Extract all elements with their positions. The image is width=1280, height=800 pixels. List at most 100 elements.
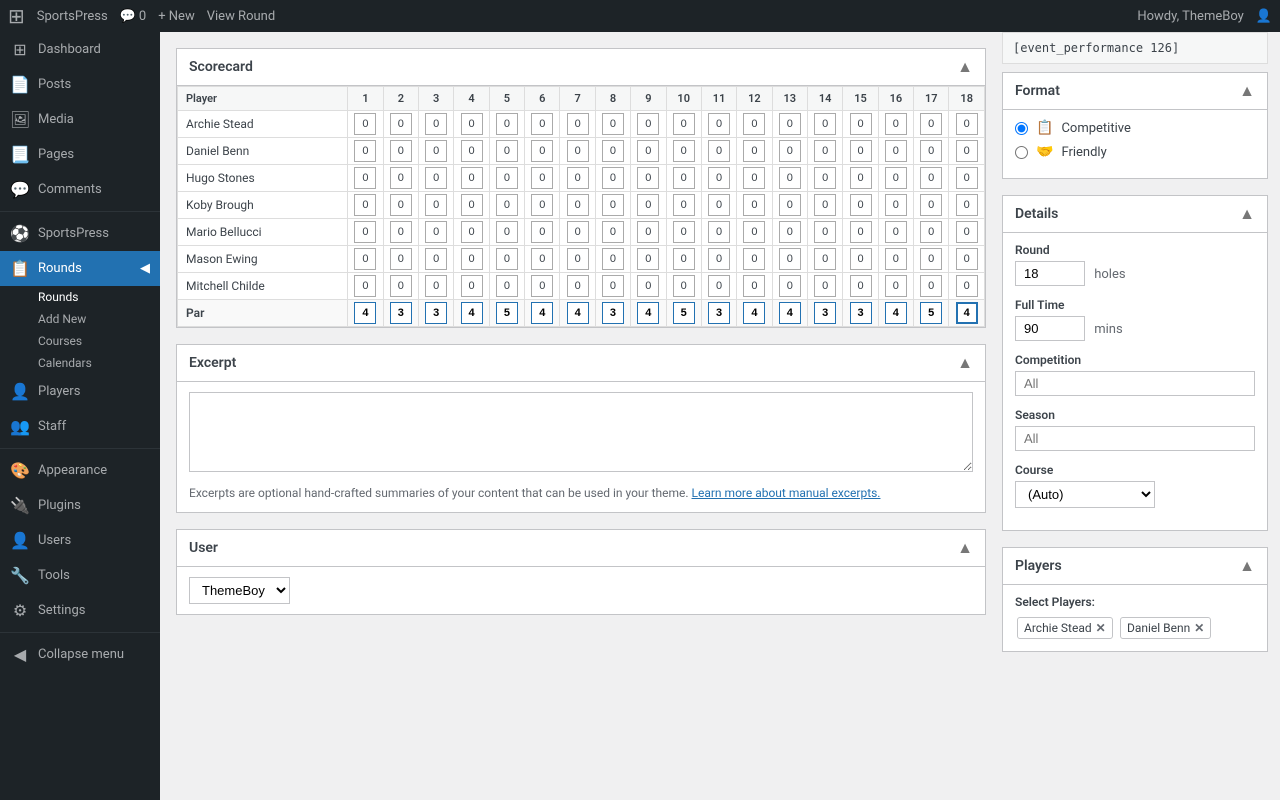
score-input[interactable]	[850, 248, 872, 270]
score-input[interactable]	[814, 275, 836, 297]
sidebar-item-appearance[interactable]: 🎨 Appearance	[0, 453, 160, 488]
sidebar-item-dashboard[interactable]: ⊞ Dashboard	[0, 32, 160, 67]
score-input[interactable]	[496, 167, 518, 189]
score-input[interactable]	[496, 221, 518, 243]
score-input[interactable]	[390, 113, 412, 135]
new-button[interactable]: + New	[158, 9, 195, 24]
par-input[interactable]	[708, 302, 730, 324]
score-input[interactable]	[920, 194, 942, 216]
score-input[interactable]	[425, 140, 447, 162]
fulltime-input[interactable]	[1015, 316, 1085, 341]
sidebar-sub-calendars[interactable]: Calendars	[0, 352, 160, 374]
score-input[interactable]	[390, 248, 412, 270]
score-input[interactable]	[637, 167, 659, 189]
score-input[interactable]	[354, 248, 376, 270]
par-input[interactable]	[531, 302, 553, 324]
score-input[interactable]	[531, 140, 553, 162]
comments-bubble[interactable]: 💬 0	[120, 9, 147, 24]
score-input[interactable]	[461, 248, 483, 270]
score-input[interactable]	[567, 248, 589, 270]
score-input[interactable]	[779, 248, 801, 270]
score-input[interactable]	[956, 275, 978, 297]
score-input[interactable]	[885, 248, 907, 270]
score-input[interactable]	[920, 113, 942, 135]
score-input[interactable]	[673, 248, 695, 270]
score-input[interactable]	[637, 275, 659, 297]
sidebar-item-collapse[interactable]: ◀ Collapse menu	[0, 637, 160, 672]
score-input[interactable]	[814, 194, 836, 216]
format-header[interactable]: Format ▲	[1003, 73, 1267, 110]
score-input[interactable]	[673, 167, 695, 189]
par-input[interactable]	[885, 302, 907, 324]
score-input[interactable]	[531, 194, 553, 216]
score-input[interactable]	[531, 275, 553, 297]
score-input[interactable]	[708, 194, 730, 216]
score-input[interactable]	[885, 113, 907, 135]
score-input[interactable]	[708, 275, 730, 297]
score-input[interactable]	[390, 194, 412, 216]
par-input[interactable]	[390, 302, 412, 324]
score-input[interactable]	[779, 221, 801, 243]
score-input[interactable]	[531, 167, 553, 189]
score-input[interactable]	[779, 194, 801, 216]
score-input[interactable]	[708, 221, 730, 243]
competition-input[interactable]	[1015, 371, 1255, 396]
par-input[interactable]	[743, 302, 765, 324]
score-input[interactable]	[390, 221, 412, 243]
score-input[interactable]	[885, 140, 907, 162]
par-input[interactable]	[425, 302, 447, 324]
score-input[interactable]	[567, 275, 589, 297]
score-input[interactable]	[956, 113, 978, 135]
score-input[interactable]	[637, 140, 659, 162]
score-input[interactable]	[673, 221, 695, 243]
sidebar-sub-courses[interactable]: Courses	[0, 330, 160, 352]
format-radio-friendly[interactable]	[1015, 146, 1028, 159]
site-name[interactable]: SportsPress	[37, 9, 108, 24]
score-input[interactable]	[531, 221, 553, 243]
score-input[interactable]	[390, 167, 412, 189]
score-input[interactable]	[567, 140, 589, 162]
score-input[interactable]	[956, 248, 978, 270]
score-input[interactable]	[461, 140, 483, 162]
score-input[interactable]	[602, 194, 624, 216]
score-input[interactable]	[425, 248, 447, 270]
score-input[interactable]	[850, 140, 872, 162]
score-input[interactable]	[779, 167, 801, 189]
score-input[interactable]	[425, 167, 447, 189]
round-input[interactable]	[1015, 261, 1085, 286]
sidebar-sub-add-new[interactable]: Add New	[0, 308, 160, 330]
score-input[interactable]	[602, 275, 624, 297]
score-input[interactable]	[920, 275, 942, 297]
score-input[interactable]	[461, 275, 483, 297]
score-input[interactable]	[920, 248, 942, 270]
par-input[interactable]	[673, 302, 695, 324]
score-input[interactable]	[673, 275, 695, 297]
par-input[interactable]	[956, 302, 978, 324]
sidebar-item-settings[interactable]: ⚙ Settings	[0, 593, 160, 628]
view-round-link[interactable]: View Round	[207, 9, 275, 24]
score-input[interactable]	[920, 167, 942, 189]
score-input[interactable]	[885, 194, 907, 216]
details-toggle-icon[interactable]: ▲	[1239, 204, 1255, 224]
score-input[interactable]	[567, 221, 589, 243]
score-input[interactable]	[602, 221, 624, 243]
score-input[interactable]	[354, 140, 376, 162]
sidebar-item-users[interactable]: 👤 Users	[0, 523, 160, 558]
score-input[interactable]	[496, 275, 518, 297]
players-toggle-icon[interactable]: ▲	[1239, 556, 1255, 576]
score-input[interactable]	[920, 140, 942, 162]
sidebar-item-rounds[interactable]: 📋 Rounds ◀	[0, 251, 160, 286]
sidebar-item-plugins[interactable]: 🔌 Plugins	[0, 488, 160, 523]
score-input[interactable]	[920, 221, 942, 243]
score-input[interactable]	[531, 113, 553, 135]
score-input[interactable]	[425, 221, 447, 243]
score-input[interactable]	[425, 113, 447, 135]
score-input[interactable]	[956, 167, 978, 189]
score-input[interactable]	[814, 248, 836, 270]
shortcode-box[interactable]: [event_performance 126]	[1002, 32, 1268, 64]
score-input[interactable]	[673, 140, 695, 162]
score-input[interactable]	[743, 221, 765, 243]
score-input[interactable]	[814, 140, 836, 162]
scorecard-header[interactable]: Scorecard ▲	[177, 49, 985, 86]
score-input[interactable]	[743, 248, 765, 270]
